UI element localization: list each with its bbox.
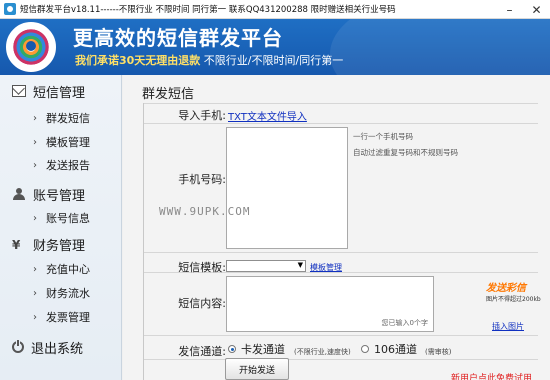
close-button[interactable]: ✕	[523, 0, 550, 19]
template-manage-link[interactable]: 模板管理	[310, 262, 342, 273]
chevron-right-icon: ›	[33, 263, 37, 275]
chevron-right-icon: ›	[33, 136, 37, 148]
mail-icon	[12, 85, 26, 97]
phone-hint-auto-filter: 自动过滤重复号码和不规则号码	[353, 148, 458, 157]
sidebar: 短信管理 › 群发短信 › 模板管理 › 发送报告 账号管理 › 账号信息 ¥ …	[0, 75, 122, 380]
sidebar-group-account[interactable]: 账号管理	[0, 182, 122, 206]
banner-decoration	[330, 19, 550, 75]
sidebar-group-label: 账号管理	[33, 188, 86, 204]
channel-106-radio[interactable]	[361, 345, 369, 353]
sidebar-item-label: 发送报告	[46, 159, 90, 172]
import-label: 导入手机:	[178, 109, 226, 122]
app-icon	[4, 3, 16, 15]
power-icon	[12, 340, 24, 353]
banner-slogan: 我们承诺30天无理由退款 不限行业/不限时间/同行第一	[75, 52, 343, 68]
free-trial-link[interactable]: 新用户点此免费试用	[451, 371, 532, 380]
channel-card-radio[interactable]	[228, 345, 236, 353]
chevron-right-icon: ›	[33, 311, 37, 323]
sidebar-item-recharge[interactable]: › 充值中心	[0, 258, 122, 280]
sidebar-group-sms[interactable]: 短信管理	[0, 79, 122, 103]
channel-label: 发信通道:	[178, 345, 226, 358]
channel-106-label: 106通道	[374, 343, 417, 356]
sidebar-item-label: 账号信息	[46, 212, 90, 225]
sidebar-item-group-send[interactable]: › 群发短信	[0, 107, 122, 129]
chevron-down-icon: ▼	[297, 261, 303, 269]
window-controls: – ✕	[496, 0, 550, 19]
mms-promo-title: 发送彩信	[486, 283, 526, 294]
sidebar-item-transactions[interactable]: › 财务流水	[0, 282, 122, 304]
banner-headline: 更高效的短信群发平台	[73, 26, 283, 50]
txt-import-link[interactable]: TXT文本文件导入	[228, 108, 307, 123]
insert-image-link[interactable]: 插入图片	[492, 321, 524, 332]
sidebar-item-label: 模板管理	[46, 136, 90, 149]
sidebar-item-label: 充值中心	[46, 263, 90, 276]
mms-promo-image[interactable]: 发送彩信 图片不得超过200kb	[486, 279, 541, 309]
user-icon	[12, 188, 26, 200]
slogan-rest: 不限行业/不限时间/同行第一	[200, 54, 344, 67]
sidebar-item-templates[interactable]: › 模板管理	[0, 131, 122, 153]
sidebar-item-label: 财务流水	[46, 287, 90, 300]
sidebar-item-invoices[interactable]: › 发票管理	[0, 306, 122, 328]
phone-hint-one-per-line: 一行一个手机号码	[353, 132, 413, 141]
header-banner: 更高效的短信群发平台 我们承诺30天无理由退款 不限行业/不限时间/同行第一	[0, 19, 550, 75]
sidebar-item-label: 群发短信	[46, 112, 90, 125]
chevron-right-icon: ›	[33, 159, 37, 171]
main-panel: 群发短信 导入手机: TXT文本文件导入 手机号码: WWW.9UPK.COM …	[123, 75, 550, 380]
template-label: 短信模板:	[178, 261, 226, 274]
title-bar: 短信群发平台v18.11------不限行业 不限时间 同行第一 联系QQ431…	[0, 0, 550, 19]
logo-center-icon	[26, 41, 36, 51]
chevron-right-icon: ›	[33, 287, 37, 299]
sidebar-item-account-info[interactable]: › 账号信息	[0, 207, 122, 229]
sidebar-group-label: 短信管理	[33, 85, 86, 101]
page-title: 群发短信	[142, 87, 195, 102]
watermark-text: WWW.9UPK.COM	[159, 205, 251, 218]
sidebar-item-reports[interactable]: › 发送报告	[0, 154, 122, 176]
sidebar-group-finance[interactable]: ¥ 财务管理	[0, 232, 122, 256]
minimize-button[interactable]: –	[496, 0, 523, 19]
template-select[interactable]: ▼	[226, 260, 306, 272]
slogan-highlight: 我们承诺30天无理由退款	[75, 54, 201, 67]
sms-content-textarea[interactable]: 您已输入0个字	[226, 276, 434, 332]
window-title: 短信群发平台v18.11------不限行业 不限时间 同行第一 联系QQ431…	[20, 5, 396, 15]
channel-card-label: 卡发通道	[241, 343, 285, 356]
send-form: 导入手机: TXT文本文件导入 手机号码: WWW.9UPK.COM 一行一个手…	[143, 103, 541, 380]
sidebar-item-label: 发票管理	[46, 311, 90, 324]
char-counter: 您已输入0个字	[381, 319, 428, 327]
chevron-right-icon: ›	[33, 112, 37, 124]
phone-numbers-textarea[interactable]	[226, 127, 348, 249]
sidebar-group-logout[interactable]: 退出系统	[0, 335, 122, 359]
mms-promo-subtitle: 图片不得超过200kb	[486, 296, 541, 303]
sidebar-group-label: 退出系统	[31, 341, 84, 357]
channel-card-note: (不限行业,速度快)	[294, 348, 351, 356]
yen-icon: ¥	[12, 238, 21, 252]
chevron-right-icon: ›	[33, 212, 37, 224]
phone-label: 手机号码:	[178, 173, 226, 186]
sidebar-group-label: 财务管理	[33, 238, 86, 254]
start-send-button[interactable]: 开始发送	[225, 358, 289, 380]
channel-106-note: (需审核)	[425, 348, 452, 356]
content-label: 短信内容:	[178, 297, 226, 310]
